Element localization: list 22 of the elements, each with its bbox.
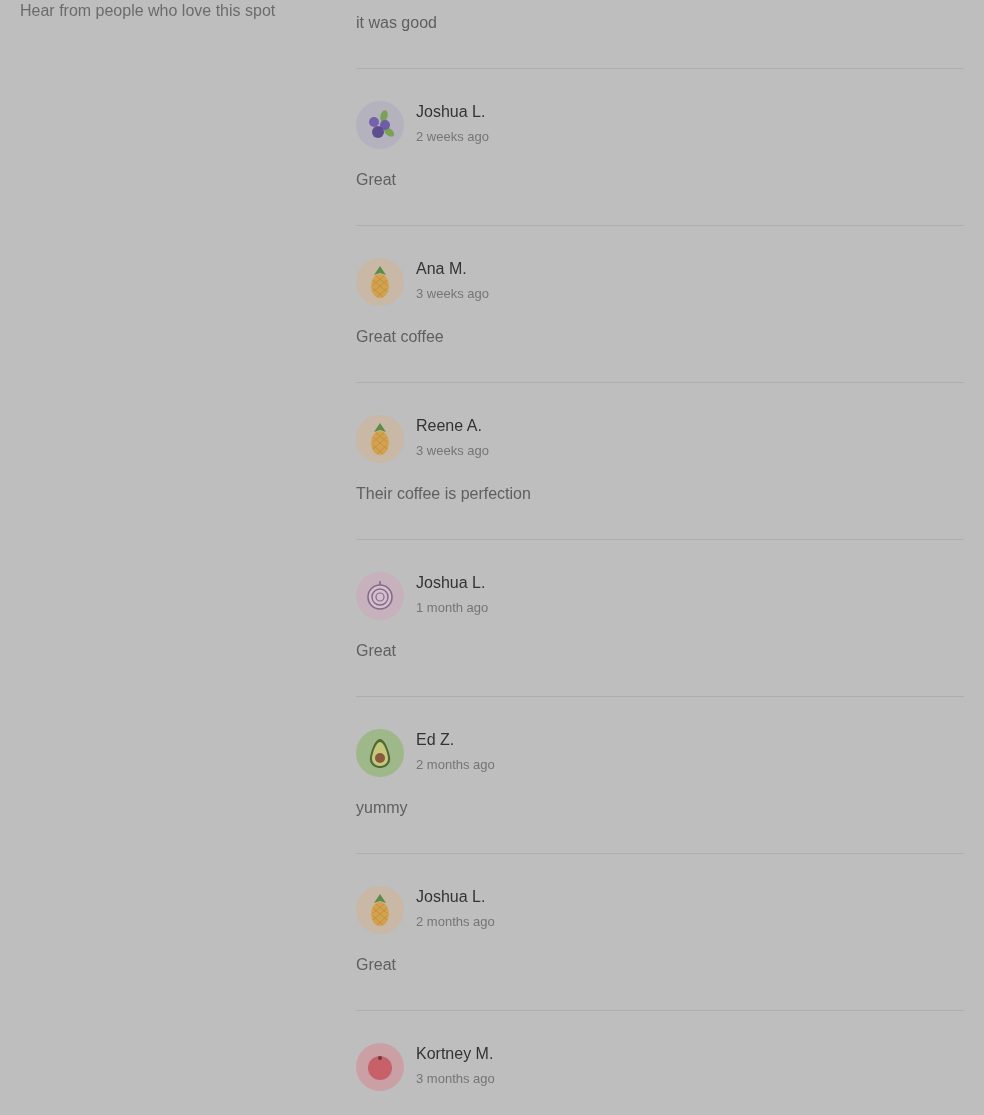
- review-date: 3 months ago: [416, 1070, 495, 1088]
- reviewer-name: Ed Z.: [416, 730, 456, 750]
- review-date: 2 months ago: [416, 913, 495, 931]
- section-subtitle: Hear from people who love this spot: [20, 1, 277, 21]
- review-date: 3 weeks ago: [416, 285, 489, 303]
- review-date: 1 month ago: [416, 599, 489, 617]
- review-text: yummy: [356, 798, 409, 818]
- reviewer-name: Kortney M.: [416, 1044, 495, 1064]
- review-text: Great: [356, 641, 397, 661]
- review-date: 2 months ago: [416, 756, 495, 774]
- reviewer-name: Reene A.: [416, 416, 483, 436]
- reviewer-name: Ana M.: [416, 259, 468, 279]
- review-text: Great: [356, 955, 397, 975]
- reviewer-name: Joshua L.: [416, 887, 487, 907]
- review-date: 2 weeks ago: [416, 128, 489, 146]
- review-text: it was good: [356, 13, 438, 33]
- reviewer-name: Joshua L.: [416, 573, 487, 593]
- review-date: 3 weeks ago: [416, 442, 489, 460]
- review-text: Their coffee is perfection: [356, 484, 532, 504]
- reviewer-name: Joshua L.: [416, 102, 487, 122]
- review-text: Great: [356, 170, 397, 190]
- review-text: Great coffee: [356, 327, 445, 347]
